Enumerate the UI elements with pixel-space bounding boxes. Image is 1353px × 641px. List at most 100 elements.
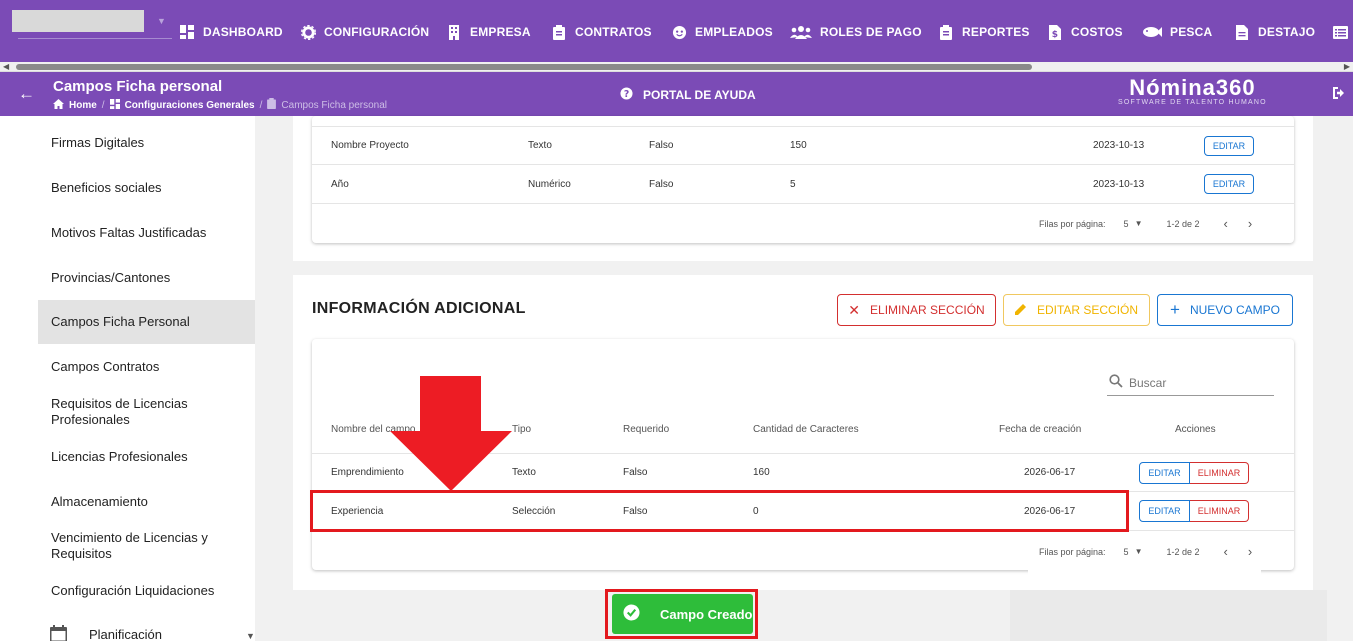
column-header-required[interactable]: Requerido	[623, 424, 669, 435]
dollar-file-icon: $	[1047, 24, 1063, 40]
cell-chars: 160	[753, 467, 770, 478]
breadcrumb-home[interactable]: Home	[69, 100, 97, 111]
sidebar-item-licencias-profesionales[interactable]: Licencias Profesionales	[38, 440, 255, 473]
rows-per-page-select[interactable]: 5	[1124, 547, 1129, 557]
help-portal-link[interactable]: ? PORTAL DE AYUDA	[620, 87, 756, 103]
nav-pesca[interactable]: PESCA	[1142, 22, 1212, 42]
edit-button[interactable]: EDITAR	[1204, 174, 1254, 194]
scroll-left-arrow-icon[interactable]: ◀	[3, 62, 9, 71]
svg-text:$: $	[1052, 30, 1058, 40]
button-label: EDITAR SECCIÓN	[1036, 303, 1139, 317]
cell-required: Falso	[649, 140, 674, 151]
nav-reportes[interactable]: REPORTES	[938, 22, 1030, 42]
nav-label: REPORTES	[962, 25, 1030, 39]
edit-button[interactable]: EDITAR	[1139, 461, 1190, 484]
delete-button[interactable]: ELIMINAR	[1190, 500, 1249, 522]
sidebar-item-almacenamiento[interactable]: Almacenamiento	[38, 485, 255, 518]
delete-section-button[interactable]: ✕ ELIMINAR SECCIÓN	[837, 294, 996, 326]
table-row: Nombre Proyecto Texto Falso 150 2023-10-…	[312, 126, 1294, 165]
cell-chars: 150	[790, 140, 807, 151]
nav-configuracion[interactable]: CONFIGURACIÓN	[300, 22, 429, 42]
clipboard-icon	[938, 24, 954, 40]
nav-costos[interactable]: $ COSTOS	[1047, 22, 1123, 42]
delete-button[interactable]: ELIMINAR	[1190, 461, 1249, 484]
gear-icon	[300, 24, 316, 40]
edit-button[interactable]: EDITAR	[1139, 500, 1190, 522]
search-input[interactable]: Buscar	[1107, 370, 1274, 396]
next-page-icon[interactable]: ›	[1248, 216, 1252, 231]
cell-required: Falso	[649, 178, 674, 190]
sidebar-item-motivos-faltas[interactable]: Motivos Faltas Justificadas	[38, 216, 255, 249]
edit-button[interactable]: EDITAR	[1204, 135, 1254, 156]
chevron-down-icon[interactable]: ▼	[1135, 547, 1143, 556]
chevron-down-icon[interactable]: ▼	[1135, 219, 1143, 228]
document-icon	[1234, 24, 1250, 40]
breadcrumb-separator: /	[101, 99, 105, 111]
page-header: ← Campos Ficha personal Home / Configura…	[0, 72, 1353, 116]
edit-section-button[interactable]: EDITAR SECCIÓN	[1003, 294, 1150, 326]
sidebar-item-planificacion[interactable]: Planificación	[50, 622, 267, 641]
sidebar-item-label: Motivos Faltas Justificadas	[51, 224, 207, 240]
column-header-date[interactable]: Fecha de creación	[999, 424, 1081, 435]
nav-empleados[interactable]: EMPLEADOS	[671, 22, 773, 42]
sidebar-item-vencimiento-licencias[interactable]: Vencimiento de Licencias y Requisitos	[38, 528, 255, 564]
nav-label: COSTOS	[1071, 25, 1123, 39]
next-page-icon[interactable]: ›	[1248, 544, 1252, 559]
sidebar-item-configuracion-liquidaciones[interactable]: Configuración Liquidaciones	[38, 574, 255, 607]
nav-label: DASHBOARD	[203, 25, 283, 39]
pager-overlay	[1028, 567, 1261, 590]
horizontal-scrollbar[interactable]: ◀ ▶	[0, 62, 1353, 72]
clipboard-icon	[551, 24, 567, 40]
sidebar-item-label: Licencias Profesionales	[51, 448, 188, 464]
rows-per-page-select[interactable]: 5	[1124, 219, 1129, 229]
chevron-down-icon[interactable]: ▼	[157, 16, 166, 26]
company-selector[interactable]	[12, 10, 144, 32]
sidebar-item-campos-ficha-personal[interactable]: Campos Ficha Personal	[38, 300, 255, 344]
scroll-right-arrow-icon[interactable]: ▶	[1344, 62, 1350, 71]
snackbar-message: Campo Creado	[660, 606, 753, 622]
nav-more[interactable]	[1332, 22, 1348, 42]
nav-contratos[interactable]: CONTRATOS	[551, 22, 652, 42]
breadcrumb-configuraciones[interactable]: Configuraciones Generales	[125, 100, 255, 111]
cell-type: Texto	[528, 140, 552, 151]
top-navigation: ▼ DASHBOARD CONFIGURACIÓN EMPRESA CONTRA…	[0, 0, 1353, 62]
button-label: NUEVO CAMPO	[1189, 303, 1280, 317]
sidebar-item-campos-contratos[interactable]: Campos Contratos	[38, 350, 255, 383]
nav-destajo[interactable]: DESTAJO	[1234, 22, 1315, 42]
plus-icon: +	[1170, 300, 1180, 319]
prev-page-icon[interactable]: ‹	[1224, 544, 1228, 559]
new-field-button[interactable]: + NUEVO CAMPO	[1157, 294, 1293, 326]
column-header-type[interactable]: Tipo	[512, 424, 531, 435]
logo-text: Nómina360	[1129, 75, 1256, 100]
column-header-chars[interactable]: Cantidad de Caracteres	[753, 424, 859, 435]
nav-roles-de-pago[interactable]: ROLES DE PAGO	[790, 22, 922, 42]
group-icon	[790, 24, 812, 40]
logout-icon[interactable]	[1332, 86, 1346, 103]
sidebar-item-provincias[interactable]: Provincias/Cantones	[38, 261, 255, 294]
chevron-down-icon[interactable]: ▼	[246, 631, 255, 641]
sidebar-item-beneficios-sociales[interactable]: Beneficios sociales	[38, 171, 255, 204]
nav-label: EMPLEADOS	[695, 25, 773, 39]
sidebar-item-requisitos-licencias[interactable]: Requisitos de Licencias Profesionales	[38, 394, 255, 430]
close-icon: ✕	[848, 301, 861, 318]
sidebar-item-firmas-digitales[interactable]: Firmas Digitales	[38, 126, 255, 159]
svg-text:?: ?	[624, 89, 629, 100]
footer-area	[1010, 590, 1327, 641]
sidebar-item-label: Provincias/Cantones	[51, 269, 171, 285]
section-title: INFORMACIÓN ADICIONAL	[312, 300, 526, 317]
logo: Nómina360 SOFTWARE DE TALENTO HUMANO	[1118, 75, 1267, 106]
nav-label: EMPRESA	[470, 25, 531, 39]
nav-empresa[interactable]: EMPRESA	[446, 22, 531, 42]
fish-icon	[1142, 24, 1162, 40]
sidebar-item-label: Planificación	[89, 627, 162, 641]
back-arrow-icon[interactable]: ←	[18, 84, 35, 104]
annotation-highlight-box	[310, 490, 1129, 532]
check-circle-icon	[623, 604, 640, 624]
sidebar-item-label: Campos Ficha Personal	[51, 314, 190, 329]
prev-page-icon[interactable]: ‹	[1224, 216, 1228, 231]
nav-dashboard[interactable]: DASHBOARD	[179, 22, 283, 42]
rows-per-page-label: Filas por página:	[1039, 546, 1106, 557]
cell-date: 2026-06-17	[1024, 467, 1076, 478]
scrollbar-thumb[interactable]	[16, 64, 1032, 70]
help-icon: ?	[620, 87, 633, 103]
